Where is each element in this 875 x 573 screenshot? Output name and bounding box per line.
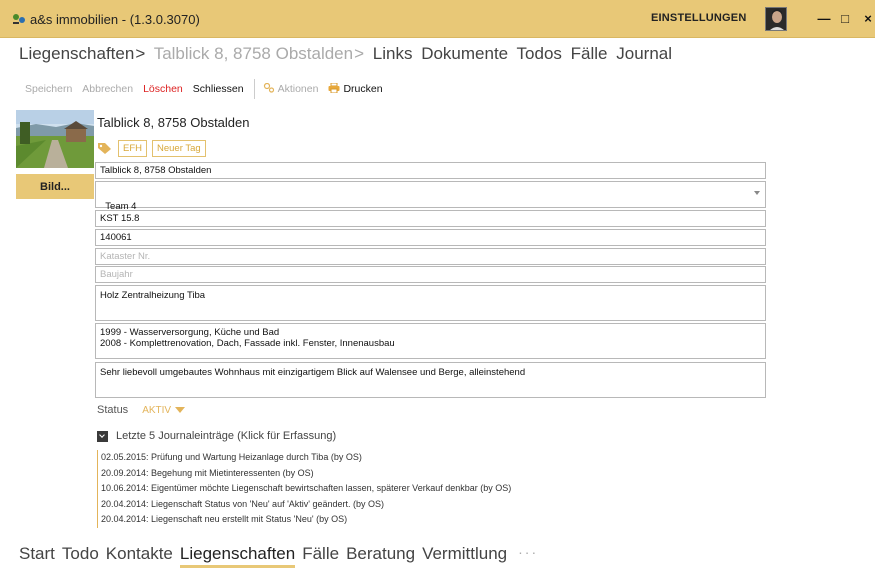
- journal-entry[interactable]: 20.04.2014: Liegenschaft Status von 'Neu…: [97, 496, 511, 513]
- journal-header[interactable]: Letzte 5 Journaleinträge (Klick für Erfa…: [97, 430, 336, 442]
- breadcrumb-separator: >: [354, 44, 365, 63]
- journal-list: 02.05.2015: Prüfung und Wartung Heizanla…: [97, 450, 511, 528]
- toolbar-divider: [253, 79, 255, 99]
- title-bar: a&s immobilien - (1.3.0.3070) EINSTELLUN…: [0, 0, 875, 38]
- breadcrumb: Liegenschaften> Talblick 8, 8758 Obstald…: [19, 44, 676, 64]
- kst-field[interactable]: KST 15.8: [95, 210, 766, 227]
- property-title: Talblick 8, 8758 Obstalden: [97, 115, 250, 130]
- print-button[interactable]: Drucken: [328, 83, 383, 95]
- nav-liegenschaften[interactable]: Liegenschaften: [179, 544, 296, 568]
- maximize-button[interactable]: □: [838, 11, 852, 26]
- save-button[interactable]: Speichern: [25, 83, 72, 95]
- collapse-icon[interactable]: [97, 430, 108, 442]
- delete-button[interactable]: Löschen: [143, 83, 183, 95]
- nav-todo[interactable]: Todo: [62, 544, 99, 568]
- actions-button[interactable]: Aktionen: [263, 83, 319, 95]
- description-field[interactable]: Sehr liebevoll umgebautes Wohnhaus mit e…: [95, 362, 766, 398]
- tag-efh[interactable]: EFH: [118, 139, 147, 157]
- minimize-button[interactable]: —: [817, 11, 831, 26]
- journal-entry[interactable]: 20.04.2014: Liegenschaft neu erstellt mi…: [97, 512, 511, 528]
- caret-down-icon[interactable]: [175, 407, 186, 413]
- actions-label: Aktionen: [277, 83, 319, 95]
- number-field[interactable]: 140061: [95, 229, 766, 246]
- breadcrumb-current-property: Talblick 8, 8758 Obstalden: [153, 44, 354, 63]
- user-photo-icon: [766, 8, 786, 30]
- toolbar: Speichern Abbrechen Löschen Schliessen A…: [25, 79, 393, 99]
- journal-entry[interactable]: 10.06.2014: Eigentümer möchte Liegenscha…: [97, 481, 511, 497]
- nav-faelle[interactable]: Fälle: [302, 544, 339, 568]
- baujahr-field[interactable]: Baujahr: [95, 266, 766, 283]
- journal-heading: Letzte 5 Journaleinträge (Klick für Erfa…: [116, 430, 337, 442]
- settings-button[interactable]: EINSTELLUNGEN: [651, 12, 747, 24]
- chevron-down-icon: [754, 191, 760, 195]
- close-button[interactable]: ×: [861, 11, 875, 26]
- app-logo-icon: [13, 14, 25, 24]
- nav-start[interactable]: Start: [19, 544, 55, 568]
- close-record-button[interactable]: Schliessen: [193, 83, 244, 95]
- nav-beratung[interactable]: Beratung: [346, 544, 415, 568]
- window-title: a&s immobilien - (1.3.0.3070): [30, 12, 200, 27]
- tag-list: EFH Neuer Tag: [97, 139, 211, 157]
- more-menu-button[interactable]: ···: [518, 544, 538, 568]
- nav-kontakte[interactable]: Kontakte: [106, 544, 173, 568]
- journal-entry[interactable]: 20.09.2014: Begehung mit Mietinteressent…: [97, 465, 511, 482]
- breadcrumb-separator: >: [135, 44, 146, 63]
- tab-faelle[interactable]: Fälle: [571, 44, 608, 63]
- printer-icon: [328, 83, 340, 93]
- tag-icon: [98, 142, 111, 154]
- status-row: Status AKTIV: [97, 404, 186, 416]
- image-button[interactable]: Bild...: [16, 174, 94, 199]
- team-select[interactable]: Team 4: [95, 181, 766, 212]
- new-tag-button[interactable]: Neuer Tag: [152, 139, 206, 157]
- bottom-nav: Start Todo Kontakte Liegenschaften Fälle…: [19, 544, 545, 568]
- tab-dokumente[interactable]: Dokumente: [421, 44, 508, 63]
- cancel-button[interactable]: Abbrechen: [82, 83, 133, 95]
- nav-vermittlung[interactable]: Vermittlung: [422, 544, 507, 568]
- property-photo[interactable]: [16, 110, 94, 168]
- tab-links[interactable]: Links: [373, 44, 413, 63]
- renovations-field[interactable]: 1999 - Wasserversorgung, Küche und Bad 2…: [95, 323, 766, 359]
- tab-journal[interactable]: Journal: [616, 44, 672, 63]
- breadcrumb-liegenschaften[interactable]: Liegenschaften: [19, 44, 134, 63]
- property-photo-image: [16, 110, 94, 168]
- status-label: Status: [97, 404, 129, 416]
- print-label: Drucken: [343, 83, 383, 95]
- user-avatar[interactable]: [765, 7, 787, 31]
- journal-entry[interactable]: 02.05.2015: Prüfung und Wartung Heizanla…: [97, 450, 511, 466]
- tab-todos[interactable]: Todos: [517, 44, 562, 63]
- heating-field[interactable]: Holz Zentralheizung Tiba: [95, 285, 766, 321]
- kataster-field[interactable]: Kataster Nr.: [95, 248, 766, 265]
- address-field[interactable]: Talblick 8, 8758 Obstalden: [95, 162, 766, 179]
- status-dropdown[interactable]: AKTIV: [142, 405, 171, 416]
- actions-icon: [263, 83, 274, 93]
